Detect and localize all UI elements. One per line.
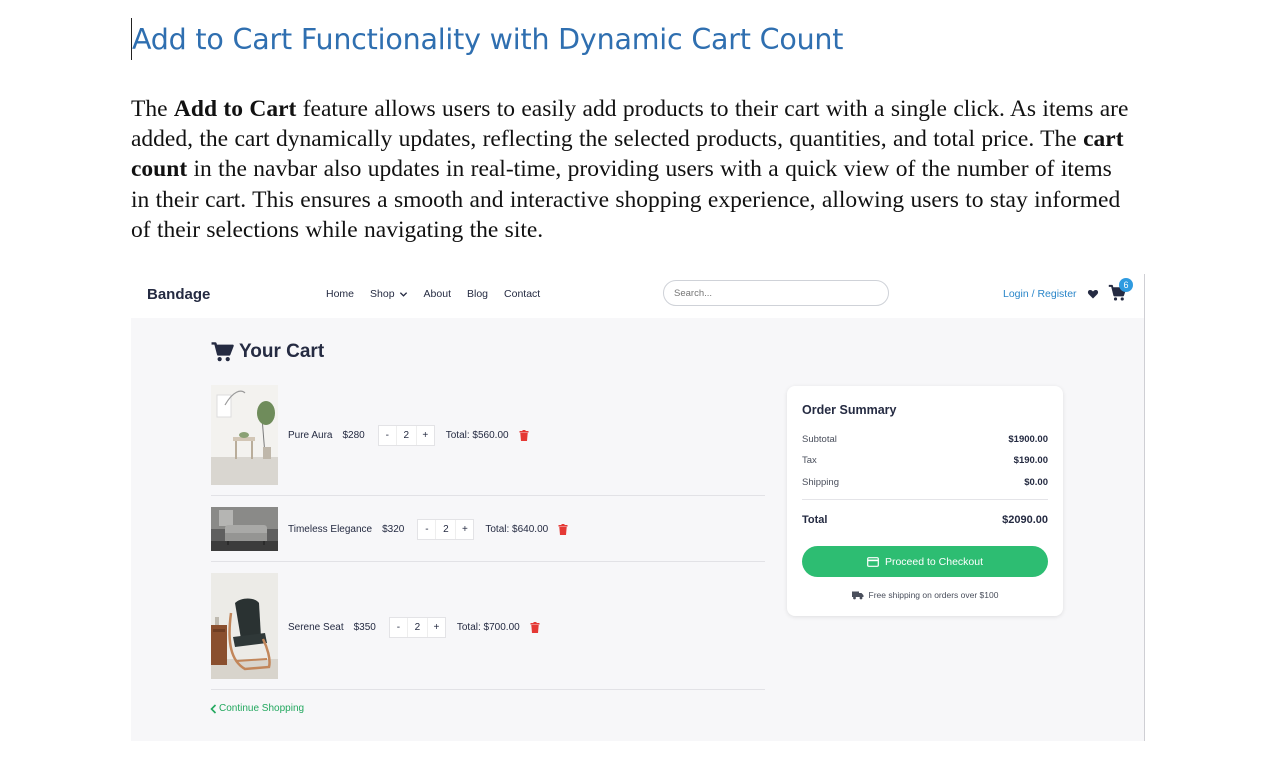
- trash-icon[interactable]: [530, 622, 540, 633]
- product-name: Timeless Elegance: [288, 524, 373, 535]
- product-image-timeless-elegance: [211, 507, 278, 551]
- increase-qty-button[interactable]: +: [416, 426, 434, 445]
- cart-item: Timeless Elegance $320 - 2 + Total: $640…: [211, 507, 765, 551]
- product-price: $350: [353, 622, 376, 633]
- cart-item: Serene Seat $350 - 2 + Total: $700.00: [211, 573, 765, 679]
- nav-about[interactable]: About: [424, 288, 451, 300]
- quantity-stepper: - 2 +: [388, 617, 446, 638]
- cart-item: Pure Aura $280 - 2 + Total: $560.00: [211, 385, 765, 485]
- cart-icon: [211, 342, 234, 362]
- decrease-qty-button[interactable]: -: [389, 618, 407, 637]
- quantity-value: 2: [395, 426, 417, 445]
- nav-shop[interactable]: Shop: [370, 288, 408, 300]
- nav-blog[interactable]: Blog: [467, 288, 488, 300]
- cart-title: Your Cart: [239, 341, 325, 362]
- subtotal-value: $1900.00: [1008, 434, 1048, 445]
- nav-links: Home Shop About Blog Contact: [326, 288, 556, 300]
- product-name: Serene Seat: [288, 622, 344, 633]
- product-photo: [211, 507, 278, 551]
- search-input[interactable]: [663, 280, 889, 306]
- login-register-link[interactable]: Login / Register: [1003, 288, 1077, 300]
- increase-qty-button[interactable]: +: [427, 618, 445, 637]
- product-name: Pure Aura: [288, 430, 333, 441]
- quantity-stepper: - 2 +: [377, 425, 435, 446]
- cart-heading: Your Cart: [211, 341, 324, 363]
- cart-item-info: Pure Aura $280 - 2 + Total: $560.00: [288, 425, 529, 446]
- cart-item-info: Timeless Elegance $320 - 2 + Total: $640…: [288, 519, 568, 540]
- chevron-left-icon: [210, 703, 217, 714]
- order-summary-card: Order Summary Subtotal $1900.00 Tax $190…: [787, 386, 1063, 616]
- nav-home[interactable]: Home: [326, 288, 354, 300]
- product-price: $320: [382, 524, 405, 535]
- item-total: Total: $700.00: [456, 622, 520, 633]
- free-shipping-note: Free shipping on orders over $100: [802, 590, 1048, 600]
- divider: [802, 499, 1048, 500]
- product-price: $280: [342, 430, 365, 441]
- order-summary-title: Order Summary: [802, 403, 897, 417]
- credit-card-icon: [867, 556, 879, 567]
- para-text-3: in the navbar also updates in real-time,…: [131, 156, 1121, 243]
- divider: [211, 689, 765, 690]
- divider: [211, 495, 765, 496]
- checkout-label: Proceed to Checkout: [884, 555, 984, 568]
- cart-item-info: Serene Seat $350 - 2 + Total: $700.00: [288, 617, 540, 638]
- increase-qty-button[interactable]: +: [456, 520, 474, 539]
- trash-icon[interactable]: [519, 430, 529, 441]
- navbar: Bandage Home Shop About Blog Contact Log…: [131, 274, 1144, 318]
- para-bold-add-to-cart: Add to Cart: [173, 96, 297, 122]
- para-text-1: The: [131, 96, 174, 122]
- item-total: Total: $640.00: [485, 524, 549, 535]
- nav-shop-label: Shop: [370, 288, 395, 300]
- shipping-value: $0.00: [1024, 477, 1048, 488]
- product-image-pure-aura: [211, 385, 278, 485]
- decrease-qty-button[interactable]: -: [418, 520, 436, 539]
- quantity-stepper: - 2 +: [417, 519, 475, 540]
- product-photo: [211, 573, 278, 679]
- brand-logo[interactable]: Bandage: [147, 286, 210, 303]
- trash-icon[interactable]: [558, 524, 568, 535]
- nav-contact[interactable]: Contact: [504, 288, 540, 300]
- shipping-label: Shipping: [802, 477, 839, 488]
- subtotal-row: Subtotal $1900.00: [802, 434, 1048, 445]
- decrease-qty-button[interactable]: -: [378, 426, 396, 445]
- total-row: Total $2090.00: [802, 514, 1048, 526]
- product-image-serene-seat: [211, 573, 278, 679]
- chevron-down-icon: [399, 291, 407, 297]
- quantity-value: 2: [435, 520, 457, 539]
- shipping-row: Shipping $0.00: [802, 477, 1048, 488]
- item-total: Total: $560.00: [445, 430, 509, 441]
- truck-icon: [851, 591, 864, 599]
- cart-count-badge: 6: [1119, 278, 1133, 292]
- total-label: Total: [802, 514, 828, 526]
- document-paragraph: The Add to Cart feature allows users to …: [131, 94, 1131, 245]
- heart-icon[interactable]: [1087, 288, 1099, 300]
- tax-value: $190.00: [1013, 455, 1048, 466]
- continue-shopping-link[interactable]: Continue Shopping: [210, 703, 304, 714]
- tax-label: Tax: [802, 455, 817, 466]
- subtotal-label: Subtotal: [802, 434, 837, 445]
- quantity-value: 2: [406, 618, 428, 637]
- cart-page-screenshot: Bandage Home Shop About Blog Contact Log…: [131, 274, 1145, 741]
- total-value: $2090.00: [1002, 514, 1048, 526]
- proceed-to-checkout-button[interactable]: Proceed to Checkout: [802, 546, 1048, 577]
- divider: [211, 561, 765, 562]
- tax-row: Tax $190.00: [802, 455, 1048, 466]
- document-title: Add to Cart Functionality with Dynamic C…: [131, 18, 843, 60]
- continue-shopping-label: Continue Shopping: [219, 703, 305, 714]
- free-shipping-text: Free shipping on orders over $100: [868, 590, 999, 600]
- product-photo: [211, 385, 278, 485]
